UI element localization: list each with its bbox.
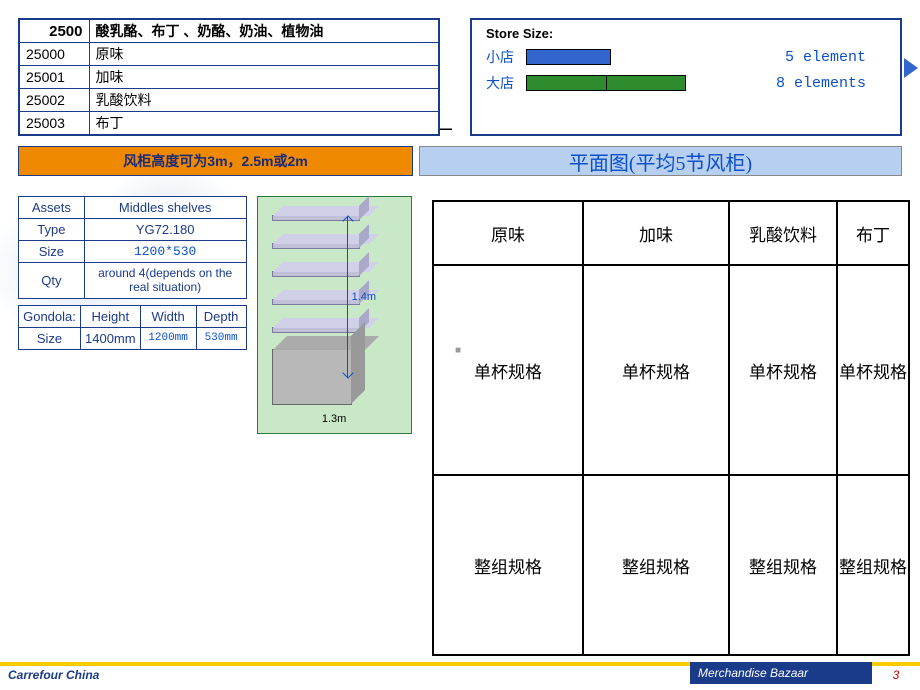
store-large-row: 大店 8 elements bbox=[486, 73, 886, 93]
footer-left: Carrefour China bbox=[0, 662, 690, 684]
store-large-text: 8 elements bbox=[776, 75, 866, 92]
gondola-table: Gondola: Height Width Depth Size 1400mm … bbox=[18, 305, 247, 350]
assets-table: AssetsMiddles shelves TypeYG72.180 Size1… bbox=[18, 196, 247, 299]
category-row: 25002乳酸饮料 bbox=[19, 89, 439, 112]
footer-mid: Merchandise Bazaar bbox=[690, 662, 872, 684]
dimension-horizontal: 1.3m bbox=[268, 413, 401, 425]
store-size-box: Store Size: 小店 5 element 大店 8 elements bbox=[470, 18, 902, 136]
store-small-bar bbox=[526, 49, 611, 65]
category-row: 25001加味 bbox=[19, 66, 439, 89]
plan-row-group: 整组规格 整组规格 整组规格 整组规格 bbox=[433, 475, 909, 655]
category-header-desc: 酸乳酪、布丁 、奶酪、奶油、植物油 bbox=[89, 19, 439, 43]
category-row: 25003布丁 bbox=[19, 112, 439, 136]
store-size-title: Store Size: bbox=[486, 26, 886, 41]
store-small-label: 小店 bbox=[486, 47, 526, 67]
blue-banner: 平面图(平均5节风柜) bbox=[419, 146, 902, 176]
dimension-vertical: 1.4m bbox=[347, 217, 361, 377]
category-table: 2500 酸乳酪、布丁 、奶酪、奶油、植物油 25000原味 25001加味 2… bbox=[18, 18, 440, 136]
shelf-base bbox=[272, 349, 352, 405]
store-large-label: 大店 bbox=[486, 73, 526, 93]
footer-bar: Carrefour China Merchandise Bazaar 3 bbox=[0, 662, 920, 684]
store-small-text: 5 element bbox=[785, 49, 866, 66]
category-row: 25000原味 bbox=[19, 43, 439, 66]
store-small-row: 小店 5 element bbox=[486, 47, 886, 67]
category-header-row: 2500 酸乳酪、布丁 、奶酪、奶油、植物油 bbox=[19, 19, 439, 43]
footer-page: 3 bbox=[872, 662, 920, 684]
orange-banner: 风柜高度可为3m，2.5m或2m bbox=[18, 146, 413, 176]
store-large-bar bbox=[526, 75, 686, 91]
shelf-diagram: 1.4m 1.3m bbox=[257, 196, 412, 434]
arrow-right-icon bbox=[904, 58, 918, 78]
category-header-code: 2500 bbox=[19, 19, 89, 43]
